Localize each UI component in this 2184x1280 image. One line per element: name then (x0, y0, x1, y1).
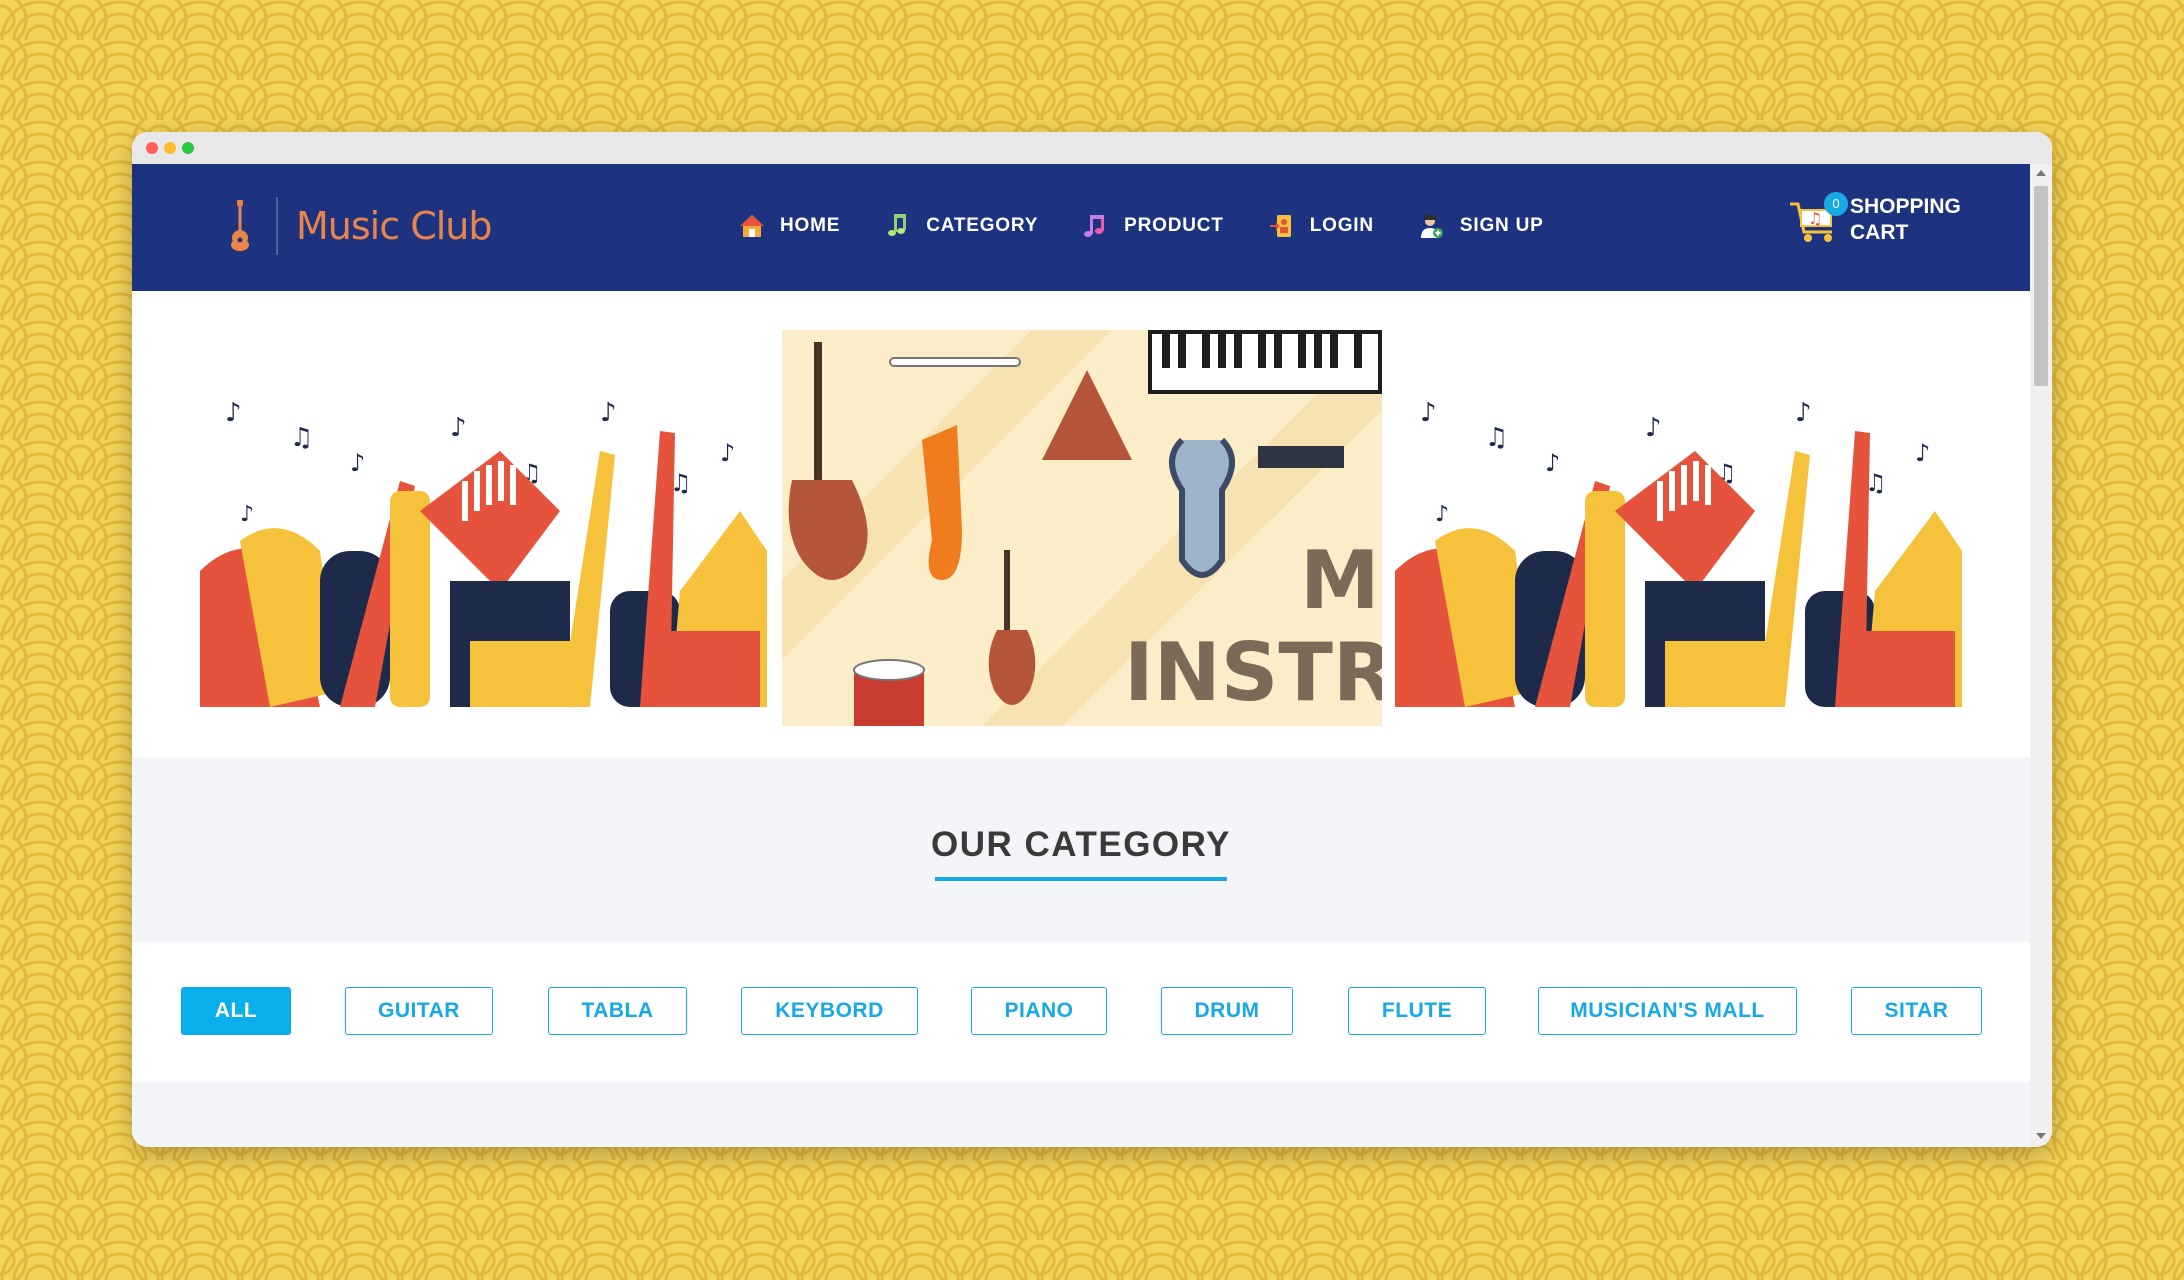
cart-icon-container: ♫ 0 (1786, 192, 1848, 248)
login-icon (1269, 215, 1291, 237)
svg-text:♫: ♫ (290, 423, 313, 453)
site-logo[interactable]: Music Club (228, 194, 492, 258)
category-filter-bar: ALL GUITAR TABLA KEYBORD PIANO DRUM FLUT… (132, 942, 2030, 1082)
music-note-icon (888, 214, 907, 236)
page-content: Music Club HOME CATEGORY PRODUCT LOGIN S… (132, 164, 2030, 1147)
filter-sitar-button[interactable]: SITAR (1851, 987, 1982, 1035)
banner-text-line1: MU (1300, 534, 1382, 627)
cart-label-line2: CART (1850, 221, 1909, 244)
section-title: OUR CATEGORY (931, 825, 1231, 864)
svg-text:♪: ♪ (1645, 413, 1662, 443)
brand-name: Music Club (296, 204, 492, 248)
guitar-logo-icon (231, 200, 249, 251)
cart-count-badge: 0 (1824, 192, 1848, 216)
nav-product[interactable]: PRODUCT (1082, 212, 1224, 240)
svg-text:♪: ♪ (1420, 398, 1437, 428)
svg-text:♪: ♪ (350, 449, 365, 477)
svg-text:♪: ♪ (720, 439, 735, 467)
svg-text:♪: ♪ (1795, 398, 1812, 428)
music-notes-icon (1084, 215, 1105, 237)
svg-text:♪: ♪ (450, 413, 467, 443)
nav-signup-label: SIGN UP (1459, 215, 1544, 236)
svg-text:♫: ♫ (1808, 209, 1822, 228)
nav-category[interactable]: CATEGORY (884, 212, 1038, 240)
svg-text:♪: ♪ (240, 502, 254, 527)
close-window-button[interactable] (146, 142, 158, 154)
filter-keybord-button[interactable]: KEYBORD (741, 987, 918, 1035)
svg-text:♪: ♪ (1435, 502, 1449, 527)
svg-text:♫: ♫ (1485, 423, 1508, 453)
filter-musicians-mall-button[interactable]: MUSICIAN'S MALL (1538, 987, 1797, 1035)
site-header: Music Club HOME CATEGORY PRODUCT LOGIN S… (132, 164, 2030, 291)
filter-tabla-button[interactable]: TABLA (548, 987, 687, 1035)
filter-guitar-button[interactable]: GUITAR (345, 987, 493, 1035)
scroll-down-arrow-icon[interactable] (2036, 1133, 2046, 1139)
nav-signup[interactable]: SIGN UP (1418, 212, 1544, 240)
instruments-illustration-right: ♪ ♫ ♪ ♪ ♪ ♫ ♪ ♪ ♫ (1395, 391, 1962, 707)
banner-text-line2: INSTRUME (1124, 626, 1382, 719)
svg-text:♪: ♪ (1545, 449, 1560, 477)
hero-banner: ♪ ♫ ♪ ♪ ♪ ♫ ♪ ♪ ♫ M INSTR ♪ ♫ ♪ ♪ ♪ ♫ ♪ … (132, 291, 2030, 757)
cart-label-line1: SHOPPING (1850, 195, 1961, 218)
window-titlebar (132, 132, 2052, 164)
home-icon (740, 215, 764, 237)
svg-text:♪: ♪ (600, 398, 617, 428)
instruments-illustration-left: ♪ ♫ ♪ ♪ ♪ ♫ ♪ ♪ ♫ (200, 391, 767, 707)
scroll-up-arrow-icon[interactable] (2036, 170, 2046, 176)
nav-home-label: HOME (780, 215, 841, 236)
instruments-banner-center: MU INSTRUME (782, 330, 1382, 726)
category-section-header: OUR CATEGORY (132, 757, 2030, 942)
nav-product-label: PRODUCT (1124, 215, 1224, 236)
svg-text:♪: ♪ (225, 398, 242, 428)
scrollbar-thumb[interactable] (2034, 186, 2048, 386)
logo-divider (276, 197, 278, 255)
nav-home[interactable]: HOME (738, 212, 840, 240)
vertical-scrollbar[interactable] (2030, 164, 2052, 1147)
nav-login-label: LOGIN (1309, 215, 1374, 236)
nav-category-label: CATEGORY (926, 215, 1039, 236)
filter-all-button[interactable]: ALL (181, 987, 291, 1035)
maximize-window-button[interactable] (182, 142, 194, 154)
svg-text:♪: ♪ (1915, 439, 1930, 467)
browser-window: Music Club HOME CATEGORY PRODUCT LOGIN S… (132, 132, 2052, 1147)
filter-drum-button[interactable]: DRUM (1161, 987, 1293, 1035)
user-add-icon (1420, 214, 1443, 238)
main-nav: HOME CATEGORY PRODUCT LOGIN SIGN UP (738, 212, 1588, 240)
section-title-underline (935, 877, 1227, 881)
filter-piano-button[interactable]: PIANO (971, 987, 1107, 1035)
filter-flute-button[interactable]: FLUTE (1348, 987, 1486, 1035)
nav-login[interactable]: LOGIN (1268, 212, 1374, 240)
minimize-window-button[interactable] (164, 142, 176, 154)
shopping-cart[interactable]: ♫ 0 SHOPPING CART (1786, 192, 1980, 248)
cart-label: SHOPPING CART (1850, 194, 1980, 246)
